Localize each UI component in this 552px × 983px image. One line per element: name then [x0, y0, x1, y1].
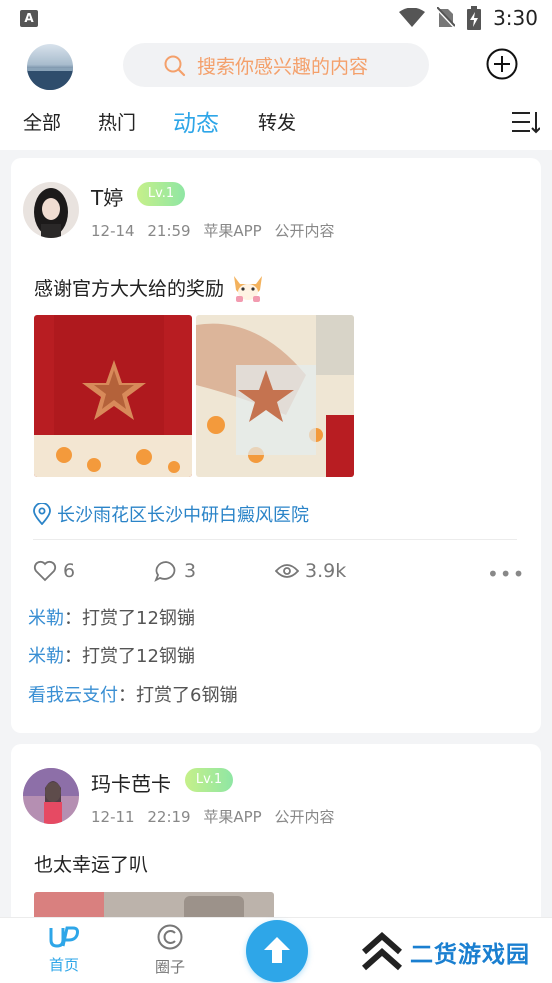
post-visibility: 公开内容 [274, 808, 335, 826]
search-icon [164, 55, 186, 77]
post-image-1[interactable] [34, 315, 192, 477]
post-card[interactable]: T婷 Lv.1 12-14 21:59 苹果APP 公开内容 感谢官方大大给的奖… [11, 158, 541, 733]
author-avatar[interactable] [23, 182, 79, 238]
clock: 3:30 [493, 6, 538, 30]
post-location[interactable]: 长沙雨花区长沙中研白癜风医院 [33, 501, 309, 527]
search-bar[interactable]: 搜索你感兴趣的内容 [123, 43, 429, 87]
view-stat: 3.9k [275, 560, 346, 582]
post-image-2[interactable] [196, 315, 354, 477]
tab-dynamic[interactable]: 动态 [173, 104, 219, 138]
post-platform: 苹果APP [203, 222, 262, 240]
nav-home-label: 首页 [48, 956, 79, 974]
reward-action: 打赏了12钢镚 [82, 608, 195, 629]
add-post-icon[interactable] [486, 48, 518, 80]
post-time: 12-11 22:19 [91, 808, 191, 826]
reward-user[interactable]: 米勒 [28, 608, 64, 629]
arrow-up-icon [264, 937, 290, 963]
shiba-emoji-icon [234, 276, 263, 302]
app-notification-icon: A [20, 10, 38, 27]
author-name[interactable]: 玛卡芭卡 [91, 768, 171, 797]
nav-circle-label: 圈子 [154, 958, 185, 976]
comment-button[interactable]: 3 [154, 560, 196, 582]
battery-charging-icon [467, 6, 482, 30]
like-button[interactable]: 6 [33, 560, 75, 582]
reward-item: 米勒：打赏了12钢镚 [28, 608, 195, 629]
author-avatar[interactable] [23, 768, 79, 824]
post-meta: 12-14 21:59 苹果APP 公开内容 [91, 220, 335, 241]
reward-user[interactable]: 看我云支付 [28, 685, 118, 706]
post-text: 也太幸运了叭 [34, 854, 149, 876]
level-badge: Lv.1 [137, 182, 185, 206]
post-card[interactable]: 玛卡芭卡 Lv.1 12-11 22:19 苹果APP 公开内容 也太幸运了叭 [11, 744, 541, 934]
watermark: 二货游戏园 [360, 932, 530, 972]
top-header: 搜索你感兴趣的内容 [0, 36, 552, 100]
author-name[interactable]: T婷 [91, 182, 123, 211]
wifi-icon [399, 8, 426, 27]
user-avatar[interactable] [27, 44, 73, 90]
post-text-content: 感谢官方大大给的奖励 [34, 277, 225, 300]
comment-count: 3 [184, 560, 197, 582]
reward-action: 打赏了6钢镚 [136, 685, 238, 706]
comment-icon [154, 561, 176, 582]
reward-action: 打赏了12钢镚 [82, 646, 195, 667]
post-meta: 12-11 22:19 苹果APP 公开内容 [91, 806, 335, 827]
tab-repost[interactable]: 转发 [258, 108, 296, 135]
watermark-text: 二货游戏园 [410, 942, 530, 968]
reward-user[interactable]: 米勒 [28, 646, 64, 667]
eye-icon [275, 564, 299, 578]
post-time: 12-14 21:59 [91, 222, 191, 240]
post-visibility: 公开内容 [274, 222, 335, 240]
circle-icon [157, 924, 183, 950]
post-platform: 苹果APP [203, 808, 262, 826]
heart-icon [33, 560, 57, 582]
location-pin-icon [33, 503, 51, 525]
level-badge: Lv.1 [185, 768, 233, 792]
home-logo-icon [49, 926, 79, 948]
location-text: 长沙雨花区长沙中研白癜风医院 [57, 505, 309, 526]
double-chevron-logo-icon [362, 932, 402, 971]
search-placeholder: 搜索你感兴趣的内容 [197, 55, 369, 78]
more-options-icon[interactable]: ••• [487, 562, 525, 586]
reward-item: 看我云支付：打赏了6钢镚 [28, 685, 238, 706]
post-text: 感谢官方大大给的奖励 [34, 270, 266, 304]
divider [33, 539, 517, 540]
menu-sort-icon[interactable] [512, 110, 540, 134]
publish-button[interactable] [246, 920, 308, 982]
status-bar: A 3:30 [0, 0, 552, 36]
like-count: 6 [63, 560, 76, 582]
tab-hot[interactable]: 热门 [98, 108, 136, 135]
reward-item: 米勒：打赏了12钢镚 [28, 646, 195, 667]
view-count: 3.9k [305, 560, 347, 582]
no-sim-icon [437, 7, 456, 29]
tab-all[interactable]: 全部 [23, 108, 61, 135]
nav-home[interactable]: 首页 [34, 924, 94, 975]
nav-circle[interactable]: 圈子 [140, 924, 200, 977]
feed-tabs: 全部 热门 动态 转发 [0, 100, 552, 150]
